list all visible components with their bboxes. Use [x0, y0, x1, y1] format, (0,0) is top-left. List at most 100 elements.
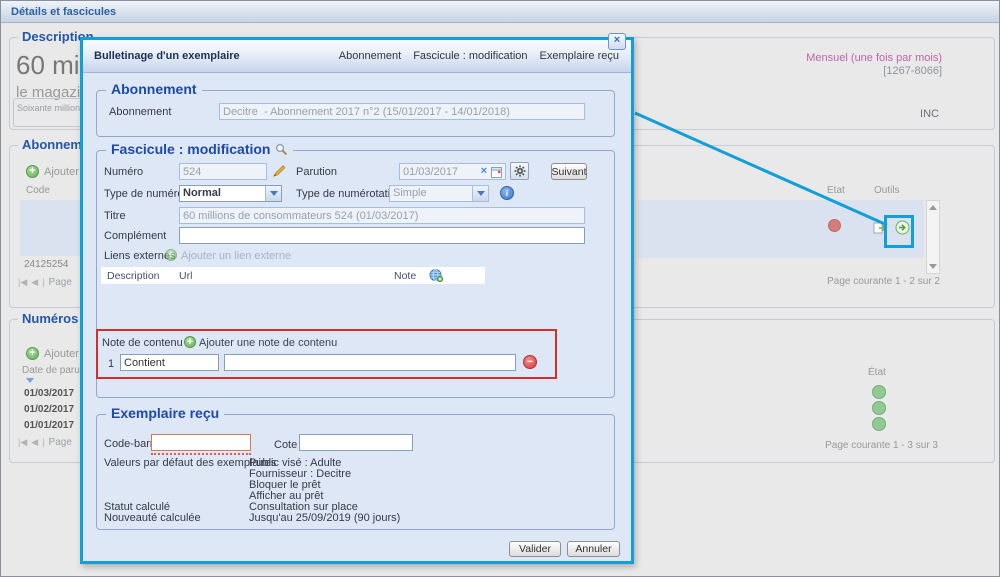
sort-desc-icon[interactable]: [26, 378, 34, 383]
annuler-button[interactable]: Annuler: [567, 541, 620, 557]
numeros-panel-title: Numéros: [18, 311, 82, 326]
pager-first-icon[interactable]: |◀: [18, 437, 27, 447]
clear-date-icon[interactable]: ×: [481, 166, 487, 177]
pager-prev-icon[interactable]: ◀: [31, 277, 38, 287]
page-header: Détails et fascicules: [1, 1, 999, 23]
numero-field: [179, 163, 267, 180]
dialog-titlebar: Bulletinage d'un exemplaire Abonnement F…: [83, 40, 631, 73]
column-header-code: Code: [26, 185, 50, 196]
bulletinage-dialog: × Bulletinage d'un exemplaire Abonnement…: [80, 37, 634, 564]
suivant-button[interactable]: Suivant: [551, 163, 587, 180]
nav-exemplaire[interactable]: Exemplaire reçu: [540, 50, 619, 62]
note-contenu-label: Note de contenu: [102, 337, 183, 349]
liens-table-header: Description Url Note: [101, 267, 485, 284]
page-title: Détails et fascicules: [11, 6, 116, 18]
issue-date[interactable]: 01/03/2017: [24, 388, 74, 399]
col-url: Url: [179, 270, 192, 282]
type-numero-select[interactable]: Normal: [179, 185, 282, 202]
note-row-index: 1: [108, 358, 114, 370]
chevron-down-icon[interactable]: [265, 186, 281, 201]
generate-button[interactable]: [510, 162, 529, 180]
note-text-field[interactable]: [224, 354, 516, 371]
subscription-status-dot: [828, 219, 841, 232]
abonnements-pager: |◀◀|Page: [18, 277, 72, 288]
complement-field[interactable]: [179, 227, 585, 244]
dialog-title: Bulletinage d'un exemplaire: [83, 50, 339, 62]
pager-first-icon[interactable]: |◀: [18, 277, 27, 287]
subscription-row-left[interactable]: [20, 200, 82, 256]
abonnement-field: [219, 103, 585, 120]
type-numerotation-select: Simple: [389, 185, 489, 202]
add-icon[interactable]: +: [26, 347, 39, 360]
cote-field[interactable]: [299, 434, 413, 451]
info-icon[interactable]: i: [500, 186, 514, 200]
col-description: Description: [107, 270, 160, 282]
subscription-code-value: 24125254: [24, 259, 69, 270]
calendar-icon[interactable]: [491, 166, 502, 178]
frequency-label: Mensuel (une fois par mois): [806, 52, 942, 64]
issue-status-dot: [872, 385, 886, 399]
issue-date[interactable]: 01/02/2017: [24, 404, 74, 415]
issue-date[interactable]: 01/01/2017: [24, 420, 74, 431]
numeros-pager: |◀◀|Page: [18, 437, 72, 448]
pager-label: Page: [49, 277, 72, 288]
highlight-box-icon: [884, 215, 914, 248]
cote-label: Cote: [274, 439, 297, 451]
fascicule-section-title: Fascicule : modification: [106, 141, 293, 157]
magnifier-icon[interactable]: [275, 143, 288, 156]
add-icon[interactable]: +: [165, 249, 177, 261]
subscription-row-right[interactable]: [638, 200, 924, 258]
parution-field: 01/03/2017 ×: [399, 163, 506, 180]
gear-icon: [514, 165, 526, 177]
column-header-etat: État: [868, 367, 886, 378]
abonnement-section-title: Abonnement: [106, 81, 202, 97]
remove-note-icon[interactable]: −: [523, 355, 537, 369]
app-window: Détails et fascicules Description 60 mil…: [0, 0, 1000, 577]
complement-label: Complément: [104, 230, 166, 242]
dialog-nav: Abonnement Fascicule : modification Exem…: [339, 50, 631, 62]
type-numero-label: Type de numéro: [104, 188, 184, 200]
col-note: Note: [394, 270, 416, 282]
pager-label: Page: [49, 437, 72, 448]
add-issue-button[interactable]: Ajouter: [44, 348, 79, 360]
close-icon[interactable]: ×: [608, 33, 626, 50]
note-type-field[interactable]: [120, 354, 219, 371]
numero-label: Numéro: [104, 166, 143, 178]
type-numerotation-label: Type de numérotation: [296, 188, 402, 200]
add-icon[interactable]: +: [26, 165, 39, 178]
chevron-down-icon: [472, 186, 488, 201]
nouveaute-value: Jusqu'au 25/09/2019 (90 jours): [249, 512, 400, 524]
nouveaute-label: Nouveauté calculée: [104, 512, 201, 524]
valider-button[interactable]: Valider: [509, 541, 561, 557]
abonnement-label: Abonnement: [109, 106, 171, 118]
nav-fascicule[interactable]: Fascicule : modification: [413, 50, 527, 62]
column-header-date[interactable]: Date de parution: [22, 365, 88, 376]
issue-status-dot: [872, 401, 886, 415]
parution-label: Parution: [296, 166, 337, 178]
add-link-button[interactable]: Ajouter un lien externe: [181, 250, 291, 262]
edit-pencil-icon[interactable]: [272, 163, 287, 178]
serial-note: Soixante millions: [17, 103, 85, 113]
nav-abonnement[interactable]: Abonnement: [339, 50, 401, 62]
add-subscription-button[interactable]: Ajouter: [44, 166, 79, 178]
table-scrollbar[interactable]: [926, 200, 940, 274]
code-barres-field[interactable]: [151, 434, 251, 451]
numeros-page-info: Page courante 1 - 3 sur 3: [825, 440, 938, 451]
scroll-up-icon[interactable]: [927, 201, 939, 214]
issue-status-dot: [872, 417, 886, 431]
add-icon[interactable]: +: [184, 336, 196, 348]
column-header-etat: Etat: [827, 185, 845, 196]
scroll-down-icon[interactable]: [927, 260, 939, 273]
required-field-underline: [151, 451, 251, 455]
titre-label: Titre: [104, 210, 126, 222]
column-header-outils: Outils: [874, 185, 900, 196]
abonnements-page-info: Page courante 1 - 2 sur 2: [827, 276, 940, 287]
titre-field: [179, 207, 585, 224]
note-contenu-highlight: Note de contenu + Ajouter une note de co…: [96, 329, 557, 379]
exemplaire-section-title: Exemplaire reçu: [106, 405, 224, 421]
globe-icon[interactable]: [429, 268, 443, 282]
pager-prev-icon[interactable]: ◀: [31, 437, 38, 447]
add-note-button[interactable]: Ajouter une note de contenu: [199, 337, 337, 349]
issn-label: [1267-8066]: [883, 65, 942, 77]
publisher-code: INC: [920, 108, 939, 120]
